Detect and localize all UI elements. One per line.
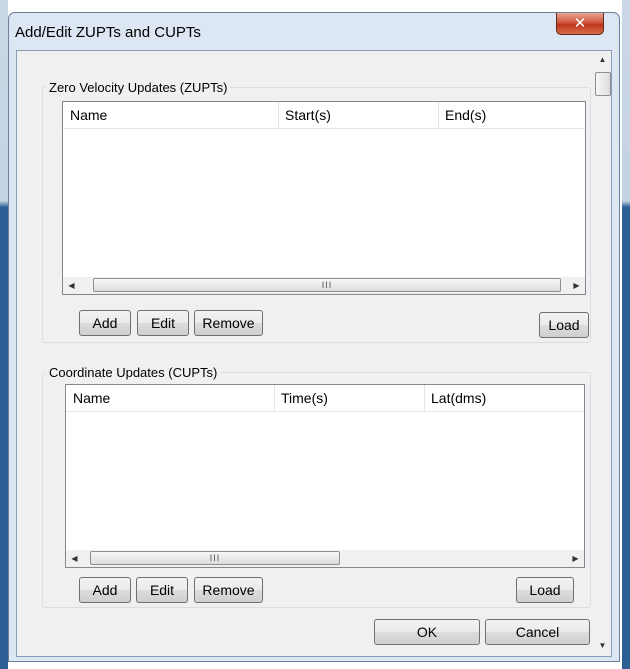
right-arrow-icon[interactable]: ▶ xyxy=(567,550,584,567)
down-arrow-icon[interactable]: ▼ xyxy=(594,637,611,654)
cupt-horizontal-scroll-thumb[interactable]: III xyxy=(90,551,340,565)
zupt-horizontal-scrollbar[interactable]: ◀ III ▶ xyxy=(63,277,585,294)
cupt-column-name[interactable]: Name xyxy=(66,385,274,411)
zupt-column-start[interactable]: Start(s) xyxy=(278,102,438,128)
left-arrow-icon[interactable]: ◀ xyxy=(66,550,83,567)
left-arrow-icon[interactable]: ◀ xyxy=(63,277,80,294)
dialog-window: Add/Edit ZUPTs and CUPTs ✕ ▲ ▼ Zero Velo… xyxy=(8,12,620,662)
zupt-column-end[interactable]: End(s) xyxy=(438,102,585,128)
window-title: Add/Edit ZUPTs and CUPTs xyxy=(15,24,201,41)
zupt-load-button[interactable]: Load xyxy=(539,312,589,338)
cupt-group-label: Coordinate Updates (CUPTs) xyxy=(46,365,221,380)
grip-icon: III xyxy=(209,553,221,563)
ok-button[interactable]: OK xyxy=(374,619,480,645)
zupt-column-name[interactable]: Name xyxy=(63,102,278,128)
cupt-list[interactable]: Name Time(s) Lat(dms) ◀ III ▶ xyxy=(65,384,585,568)
cupt-remove-button[interactable]: Remove xyxy=(194,577,263,603)
cancel-button[interactable]: Cancel xyxy=(485,619,590,645)
cupt-edit-button[interactable]: Edit xyxy=(136,577,188,603)
zupt-list-header: Name Start(s) End(s) xyxy=(63,102,585,129)
zupt-list[interactable]: Name Start(s) End(s) ◀ III ▶ xyxy=(62,101,586,295)
zupt-horizontal-scroll-thumb[interactable]: III xyxy=(93,278,561,292)
up-arrow-icon[interactable]: ▲ xyxy=(594,51,611,68)
zupt-add-button[interactable]: Add xyxy=(79,310,131,336)
vertical-scroll-thumb[interactable] xyxy=(595,72,611,96)
cupt-horizontal-scrollbar[interactable]: ◀ III ▶ xyxy=(66,550,584,567)
dialog-client-area: ▲ ▼ Zero Velocity Updates (ZUPTs) Name S… xyxy=(16,50,612,657)
cupt-list-header: Name Time(s) Lat(dms) xyxy=(66,385,584,412)
cupt-column-lat[interactable]: Lat(dms) xyxy=(424,385,584,411)
title-bar[interactable]: Add/Edit ZUPTs and CUPTs ✕ xyxy=(9,13,619,51)
close-icon: ✕ xyxy=(573,14,587,32)
zupt-edit-button[interactable]: Edit xyxy=(137,310,189,336)
cupt-add-button[interactable]: Add xyxy=(79,577,131,603)
cupt-load-button[interactable]: Load xyxy=(516,577,574,603)
right-arrow-icon[interactable]: ▶ xyxy=(568,277,585,294)
desktop-right-edge xyxy=(622,0,630,669)
desktop-left-edge xyxy=(0,0,8,669)
close-button[interactable]: ✕ xyxy=(556,13,604,35)
zupt-remove-button[interactable]: Remove xyxy=(194,310,263,336)
cupt-column-time[interactable]: Time(s) xyxy=(274,385,424,411)
vertical-scrollbar[interactable]: ▲ ▼ xyxy=(594,51,611,656)
grip-icon: III xyxy=(321,280,333,290)
zupt-group-label: Zero Velocity Updates (ZUPTs) xyxy=(46,80,231,95)
